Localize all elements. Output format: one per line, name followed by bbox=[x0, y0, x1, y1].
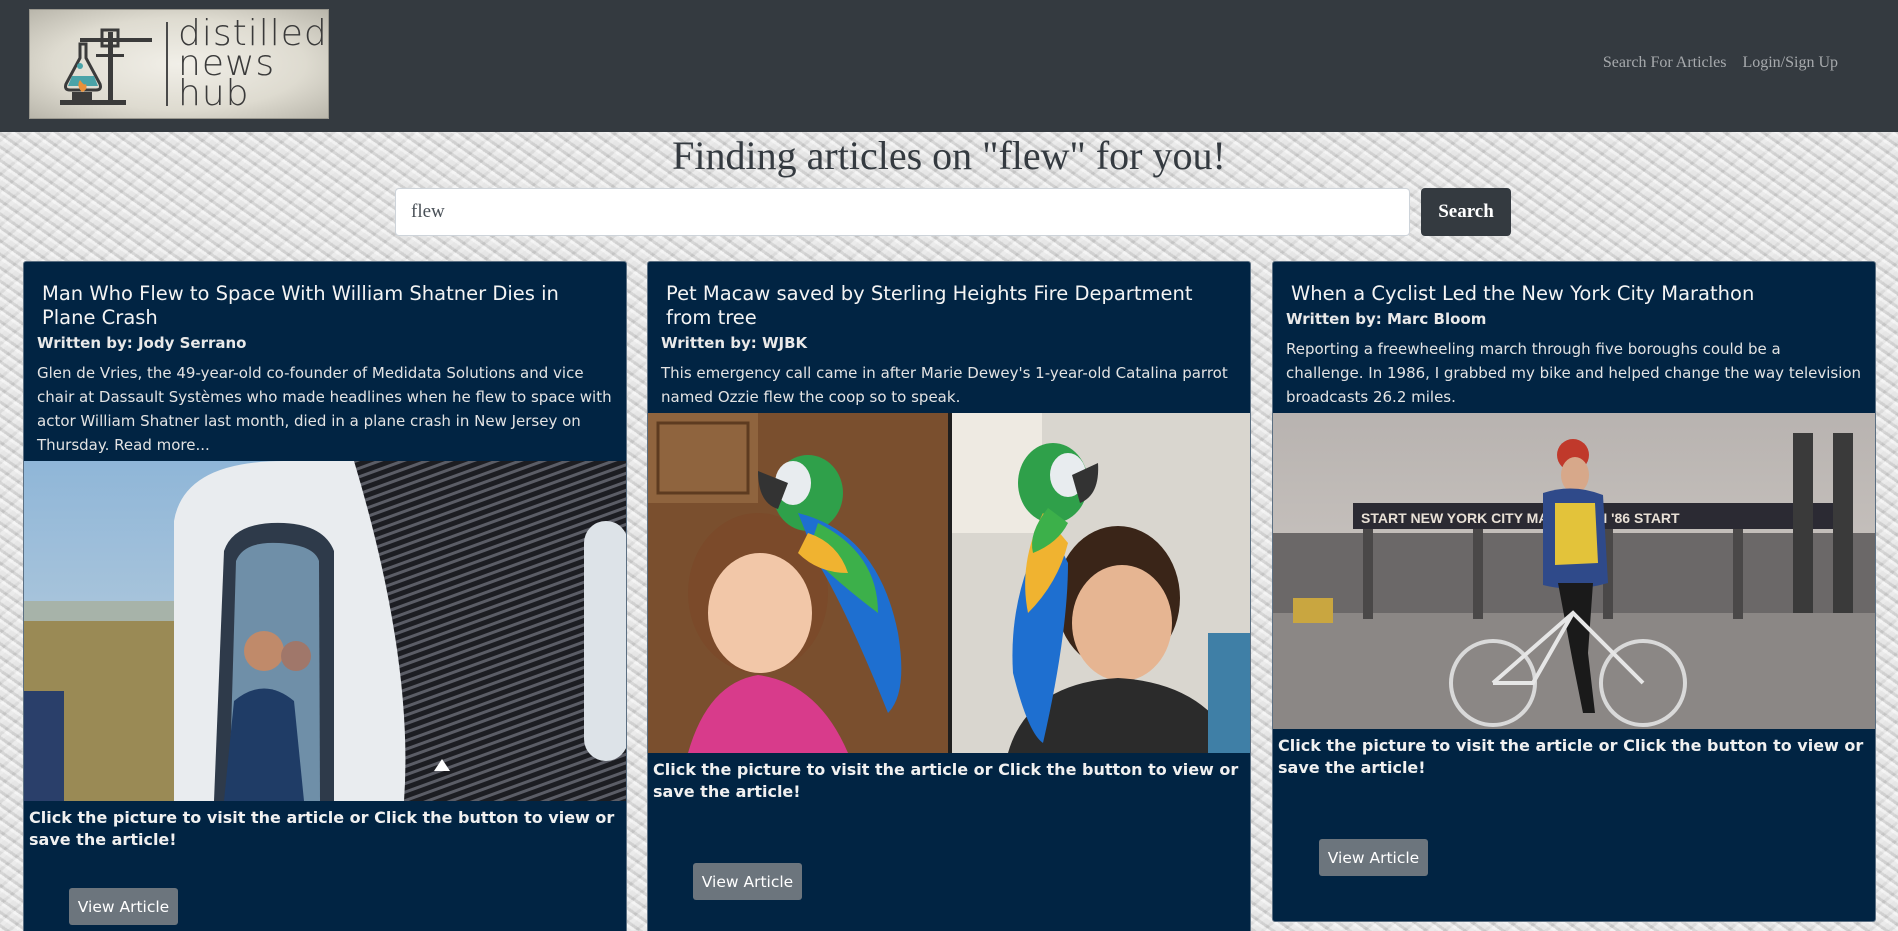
article-card: Pet Macaw saved by Sterling Heights Fire… bbox=[647, 261, 1251, 931]
article-image[interactable] bbox=[648, 413, 1250, 753]
article-title: Pet Macaw saved by Sterling Heights Fire… bbox=[666, 282, 1193, 329]
logo-word: hub bbox=[178, 73, 250, 114]
article-description: Glen de Vries, the 49-year-old co-founde… bbox=[37, 364, 612, 454]
lab-flask-icon bbox=[60, 28, 152, 105]
navbar: distilled news hub Search For Articles L… bbox=[0, 0, 1898, 132]
article-title: Man Who Flew to Space With William Shatn… bbox=[42, 282, 559, 329]
macaw-photo bbox=[648, 413, 1250, 753]
article-image[interactable]: START NEW YORK CITY MARATHON '86 START bbox=[1273, 413, 1875, 729]
search-input[interactable]: flew bbox=[395, 188, 1410, 236]
article-author: Written by: Jody Serrano bbox=[37, 334, 247, 352]
search-button[interactable]: Search bbox=[1421, 188, 1511, 236]
article-caption: Click the picture to visit the article o… bbox=[653, 760, 1239, 801]
page-title: Finding articles on "flew" for you! bbox=[672, 133, 1226, 178]
article-description: This emergency call came in after Marie … bbox=[661, 364, 1228, 406]
view-article-button[interactable]: View Article bbox=[693, 863, 802, 900]
article-card: Man Who Flew to Space With William Shatn… bbox=[23, 261, 627, 931]
nav-link-search-articles[interactable]: Search For Articles bbox=[1603, 54, 1727, 72]
article-image[interactable] bbox=[24, 461, 626, 801]
article-author: Written by: Marc Bloom bbox=[1286, 310, 1487, 328]
site-logo[interactable]: distilled news hub bbox=[29, 9, 329, 119]
article-caption: Click the picture to visit the article o… bbox=[29, 808, 615, 849]
logo-divider bbox=[166, 22, 168, 106]
banner-text: START NEW YORK CITY MARATHON '86 START bbox=[1361, 510, 1680, 526]
article-title: When a Cyclist Led the New York City Mar… bbox=[1291, 282, 1755, 305]
nav-links: Search For Articles Login/Sign Up bbox=[1603, 54, 1838, 72]
view-article-button[interactable]: View Article bbox=[69, 888, 178, 925]
logo-text: distilled news hub bbox=[178, 16, 328, 114]
article-author: Written by: WJBK bbox=[661, 334, 808, 352]
nav-link-login-signup[interactable]: Login/Sign Up bbox=[1742, 54, 1838, 72]
capsule-photo bbox=[24, 461, 626, 801]
view-article-button[interactable]: View Article bbox=[1319, 839, 1428, 876]
article-description: Reporting a freewheeling march through f… bbox=[1286, 340, 1862, 406]
article-caption: Click the picture to visit the article o… bbox=[1278, 736, 1864, 777]
cyclist-photo: START NEW YORK CITY MARATHON '86 START bbox=[1273, 413, 1875, 729]
article-card: When a Cyclist Led the New York City Mar… bbox=[1272, 261, 1876, 922]
